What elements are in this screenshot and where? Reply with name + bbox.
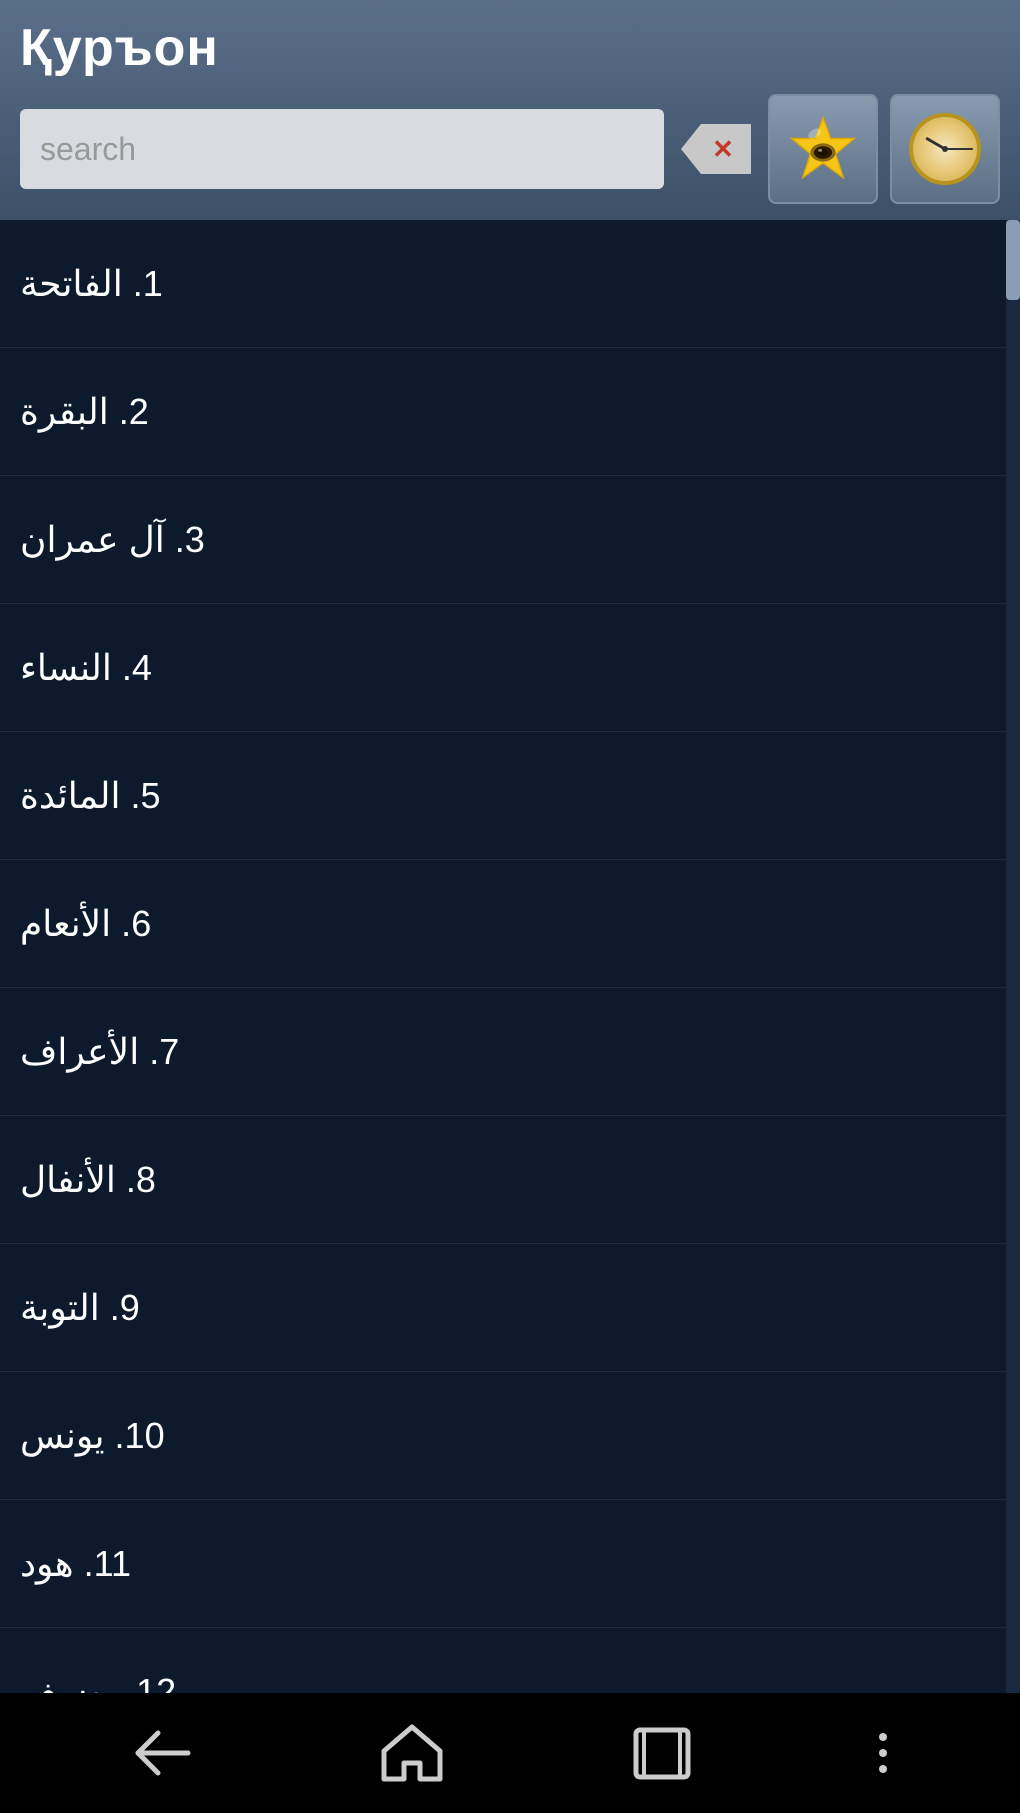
back-icon [133, 1728, 193, 1778]
menu-button[interactable] [869, 1723, 897, 1783]
svg-text:✕: ✕ [712, 134, 734, 164]
clock-icon [909, 113, 981, 185]
home-button[interactable] [370, 1713, 455, 1793]
list-item[interactable]: 4. النساء [0, 604, 1020, 732]
list-item[interactable]: 9. التوبة [0, 1244, 1020, 1372]
list-item[interactable]: 8. الأنفال [0, 1116, 1020, 1244]
bottom-navigation [0, 1693, 1020, 1813]
history-button[interactable] [890, 94, 1000, 204]
scroll-thumb[interactable] [1006, 220, 1020, 300]
app-header: Қуръон ✕ [0, 0, 1020, 220]
clear-icon: ✕ [681, 124, 751, 174]
list-item[interactable]: 11. هود [0, 1500, 1020, 1628]
list-item[interactable]: 7. الأعراف [0, 988, 1020, 1116]
list-item[interactable]: 12. يوسف [0, 1628, 1020, 1693]
list-item[interactable]: 1. الفاتحة [0, 220, 1020, 348]
clear-button[interactable]: ✕ [676, 109, 756, 189]
recents-icon [632, 1726, 692, 1781]
list-item[interactable]: 6. الأنعام [0, 860, 1020, 988]
favorites-button[interactable] [768, 94, 878, 204]
list-item[interactable]: 5. المائدة [0, 732, 1020, 860]
surah-list: 1. الفاتحة 2. البقرة 3. آل عمران 4. النس… [0, 220, 1020, 1693]
app-title: Қуръон [20, 18, 1000, 78]
list-item[interactable]: 10. يونس [0, 1372, 1020, 1500]
scrollbar[interactable] [1006, 220, 1020, 1693]
list-item[interactable]: 2. البقرة [0, 348, 1020, 476]
list-item[interactable]: 3. آل عمران [0, 476, 1020, 604]
search-input[interactable] [20, 109, 664, 189]
search-row: ✕ [20, 94, 1000, 204]
home-icon [380, 1723, 445, 1783]
menu-icon [879, 1733, 887, 1773]
recents-button[interactable] [622, 1716, 702, 1791]
back-button[interactable] [123, 1718, 203, 1788]
star-icon [788, 114, 858, 184]
